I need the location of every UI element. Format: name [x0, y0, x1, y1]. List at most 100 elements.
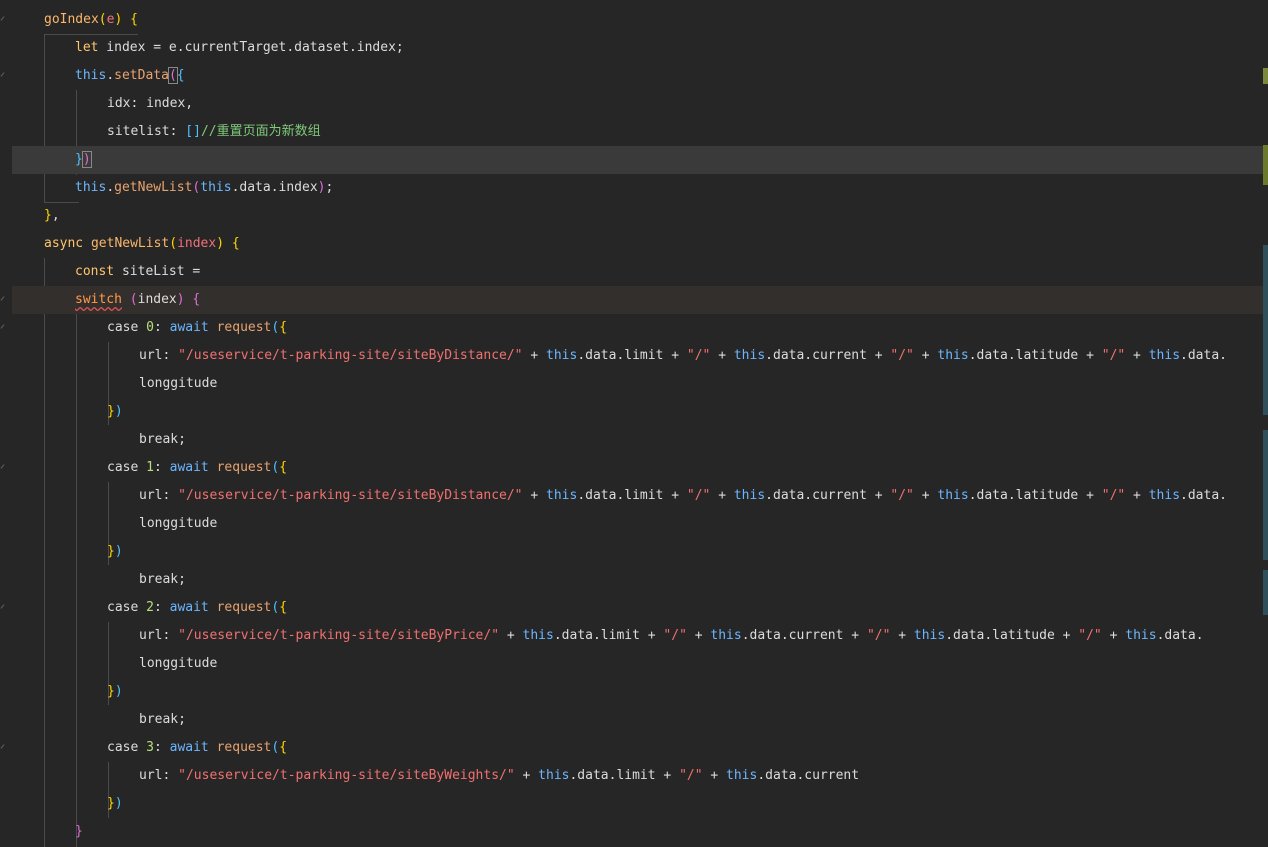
code-token: {	[279, 460, 288, 475]
code-line[interactable]: })	[12, 146, 1263, 174]
code-token: siteList =	[114, 264, 201, 279]
code-token: 0	[146, 320, 154, 335]
code-line[interactable]: },	[12, 202, 1263, 230]
code-line[interactable]: })	[12, 790, 1263, 818]
code-token: longgitude	[139, 516, 218, 531]
code-token: +	[913, 488, 938, 503]
code-line[interactable]: idx: index,	[12, 90, 1263, 118]
code-token: this	[937, 488, 969, 503]
code-token: )	[81, 151, 92, 168]
code-line[interactable]: this.getNewList(this.data.index);	[12, 174, 1263, 202]
code-text: idx: index,	[107, 90, 193, 118]
code-token: .	[106, 180, 115, 195]
code-line[interactable]: longgitude	[12, 510, 1263, 538]
code-text: break;	[139, 566, 186, 594]
code-token: }	[107, 404, 115, 419]
code-line[interactable]: })	[12, 538, 1263, 566]
fold-toggle-icon[interactable]	[0, 324, 6, 330]
code-line[interactable]: case 2: await request({	[12, 594, 1263, 622]
code-token: request	[216, 740, 272, 755]
code-token: url	[139, 348, 163, 363]
code-line[interactable]: longgitude	[12, 370, 1263, 398]
code-token: request	[216, 320, 272, 335]
editor-gutter[interactable]	[0, 0, 12, 847]
code-token: :	[162, 628, 179, 643]
code-token: "/useservice/t-parking-site/siteByDistan…	[178, 348, 523, 363]
code-token: .data.current	[757, 768, 860, 783]
fold-toggle-icon[interactable]	[0, 72, 6, 78]
code-token: )	[114, 796, 123, 811]
code-token: break;	[139, 712, 186, 727]
code-line[interactable]: break;	[12, 566, 1263, 594]
code-line[interactable]: sitelist: []//重置页面为新数组	[12, 118, 1263, 146]
code-line[interactable]: let index = e.currentTarget.dataset.inde…	[12, 34, 1263, 62]
code-line[interactable]: const siteList =	[12, 258, 1263, 286]
code-editor[interactable]: goIndex(e) {let index = e.currentTarget.…	[0, 0, 1268, 847]
code-token: .data.	[1180, 488, 1227, 503]
code-token: goIndex	[44, 12, 99, 27]
code-token: url	[139, 628, 163, 643]
code-line[interactable]: }	[12, 818, 1263, 846]
code-token: }	[107, 544, 115, 559]
code-token: {	[130, 12, 138, 27]
code-token: break;	[139, 432, 186, 447]
code-token: +	[710, 348, 734, 363]
code-line[interactable]: case 0: await request({	[12, 314, 1263, 342]
code-line[interactable]: url: "/useservice/t-parking-site/siteByW…	[12, 762, 1263, 790]
code-line[interactable]: case 1: await request({	[12, 454, 1263, 482]
code-line[interactable]: longgitude	[12, 650, 1263, 678]
code-line[interactable]: switch (index) {	[12, 286, 1263, 314]
vertical-scrollbar[interactable]	[1263, 0, 1268, 847]
code-token: {	[192, 292, 201, 307]
code-token: this	[538, 768, 570, 783]
code-token: await	[169, 320, 209, 335]
code-line[interactable]: break;	[12, 426, 1263, 454]
code-token: .data.	[1156, 628, 1204, 643]
code-token: async	[44, 236, 84, 251]
fold-toggle-icon[interactable]	[0, 604, 6, 610]
code-line[interactable]: this.setData({	[12, 62, 1263, 90]
scroll-marker-search	[1263, 570, 1268, 615]
code-token: .data.limit +	[569, 768, 680, 783]
code-token: request	[216, 600, 272, 615]
fold-toggle-icon[interactable]	[0, 16, 6, 22]
fold-toggle-icon[interactable]	[0, 296, 6, 302]
code-token: )	[114, 684, 123, 699]
code-token: longgitude	[139, 376, 218, 391]
code-line[interactable]: break;	[12, 706, 1263, 734]
code-text: })	[107, 398, 123, 426]
code-line[interactable]: url: "/useservice/t-parking-site/siteByD…	[12, 342, 1263, 370]
code-text: let index = e.currentTarget.dataset.inde…	[75, 34, 404, 62]
code-line[interactable]: case 3: await request({	[12, 734, 1263, 762]
code-token: :	[162, 348, 179, 363]
code-token: .data.limit +	[577, 488, 687, 503]
code-text: goIndex(e) {	[44, 6, 138, 34]
code-token: longgitude	[139, 656, 218, 671]
code-text: sitelist: []//重置页面为新数组	[107, 118, 321, 146]
code-token: )	[114, 404, 123, 419]
code-token: this	[1148, 488, 1181, 503]
fold-toggle-icon[interactable]	[0, 744, 6, 750]
code-token: setData	[114, 68, 169, 83]
code-token: :	[153, 600, 170, 615]
code-line[interactable]: })	[12, 678, 1263, 706]
code-token: case	[107, 740, 147, 755]
code-line[interactable]: url: "/useservice/t-parking-site/siteByD…	[12, 482, 1263, 510]
code-token: )	[216, 236, 225, 251]
code-token: "/"	[1078, 628, 1102, 643]
code-token: (	[169, 236, 178, 251]
code-line[interactable]: })	[12, 398, 1263, 426]
code-token: {	[176, 68, 185, 83]
code-line[interactable]: url: "/useservice/t-parking-site/siteByP…	[12, 622, 1263, 650]
code-token: this	[75, 180, 107, 195]
code-token: getNewList	[114, 180, 193, 195]
code-line[interactable]: async getNewList(index) {	[12, 230, 1263, 258]
code-token: case	[107, 320, 147, 335]
code-line[interactable]: goIndex(e) {	[12, 6, 1263, 34]
code-token: this	[726, 768, 758, 783]
fold-toggle-icon[interactable]	[0, 464, 6, 470]
